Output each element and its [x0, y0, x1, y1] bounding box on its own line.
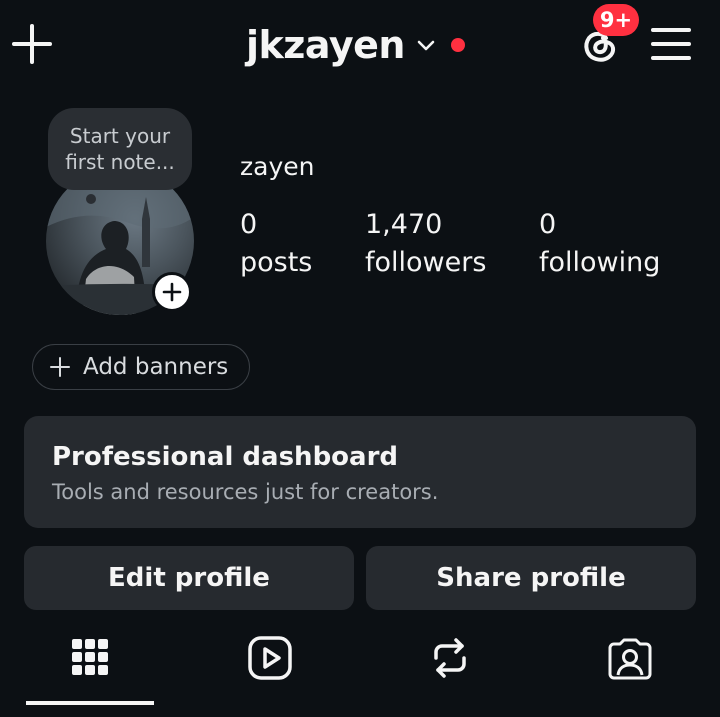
add-banners-label: Add banners [83, 354, 229, 380]
reels-icon [248, 636, 292, 680]
followers-count: 1,470 [365, 209, 443, 240]
grid-icon [72, 639, 108, 675]
note-bubble-tail [86, 194, 96, 204]
note-text-line1: Start your [69, 124, 171, 148]
account-switcher[interactable]: jkzayen [246, 20, 465, 70]
tab-tagged[interactable] [606, 634, 654, 682]
following-count: 0 [539, 209, 557, 240]
plus-icon [12, 24, 52, 64]
notification-badge: 9+ [593, 4, 639, 36]
following-label: following [539, 247, 661, 278]
menu-button[interactable] [650, 24, 692, 64]
dashboard-title: Professional dashboard [52, 442, 399, 472]
tab-reposts[interactable] [426, 634, 474, 682]
tagged-icon [608, 638, 652, 680]
repost-icon [434, 638, 466, 678]
tab-grid[interactable] [66, 634, 114, 682]
selected-tab-indicator [26, 701, 154, 705]
tab-reels[interactable] [246, 634, 294, 682]
create-button[interactable] [10, 22, 54, 66]
posts-stat[interactable]: 0 posts [240, 206, 312, 282]
professional-dashboard-card[interactable] [24, 416, 696, 528]
share-profile-button[interactable]: Share profile [366, 546, 696, 610]
add-story-button[interactable] [152, 272, 192, 312]
note-text-line2: first note... [65, 150, 175, 174]
note-bubble[interactable]: Start your first note... [48, 108, 192, 190]
add-banners-button[interactable]: Add banners [32, 344, 250, 390]
display-name: zayen [240, 152, 315, 181]
edit-profile-button[interactable]: Edit profile [24, 546, 354, 610]
plus-icon [50, 357, 70, 377]
profile-username: jkzayen [246, 23, 405, 67]
posts-label: posts [240, 247, 313, 278]
chevron-down-icon [417, 40, 435, 51]
unread-dot [450, 38, 465, 52]
following-stat[interactable]: 0 following [539, 206, 660, 282]
hamburger-menu-icon [651, 28, 691, 60]
followers-stat[interactable]: 1,470 followers [365, 206, 486, 282]
followers-label: followers [365, 247, 487, 278]
dashboard-subtitle: Tools and resources just for creators. [52, 480, 439, 504]
plus-icon [162, 282, 182, 302]
posts-count: 0 [240, 209, 258, 240]
